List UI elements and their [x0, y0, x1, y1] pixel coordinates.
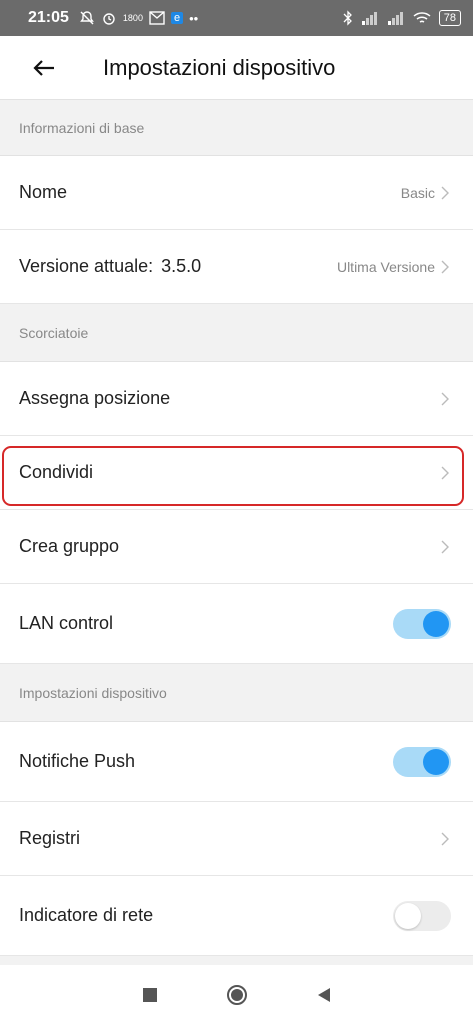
push-notifications-row: Notifiche Push	[0, 722, 473, 802]
status-time: 21:05	[28, 9, 69, 26]
lan-control-row: LAN control	[0, 584, 473, 664]
wifi-icon	[413, 12, 431, 23]
settings-list: Informazioni di base Nome Basic Versione…	[0, 100, 473, 956]
section-header-device: Impostazioni dispositivo	[0, 664, 473, 722]
name-value: Basic	[400, 184, 435, 201]
network-indicator-toggle[interactable]	[393, 900, 451, 931]
network-indicator-label: Indicatore di rete	[19, 905, 154, 925]
logs-label: Registri	[19, 828, 81, 848]
more-notifications-icon: ••	[189, 10, 199, 26]
page-title: Impostazioni dispositivo	[103, 54, 336, 80]
chevron-right-icon	[441, 466, 449, 479]
bluetooth-icon	[343, 10, 352, 26]
toggle-knob	[423, 610, 449, 637]
lan-control-toggle[interactable]	[393, 608, 451, 639]
recents-button[interactable]	[142, 987, 158, 1003]
chevron-right-icon	[441, 392, 449, 405]
battery-icon: 78	[438, 10, 461, 26]
toggle-knob	[423, 748, 449, 775]
assign-position-row[interactable]: Assegna posizione	[0, 362, 473, 436]
version-label: Versione attuale:	[19, 256, 154, 276]
signal-icon	[361, 12, 377, 25]
dnd-off-icon	[80, 11, 94, 25]
push-notifications-label: Notifiche Push	[19, 751, 136, 771]
logs-row[interactable]: Registri	[0, 802, 473, 876]
section-header-basic: Informazioni di base	[0, 100, 473, 156]
signal-icon-2	[387, 12, 403, 25]
create-group-label: Crea gruppo	[19, 536, 120, 556]
version-number: 3.5.0	[161, 256, 202, 276]
alarm-icon	[103, 13, 115, 25]
network-indicator-row: Indicatore di rete	[0, 876, 473, 956]
share-row[interactable]: Condividi	[0, 436, 473, 510]
app-bar: Impostazioni dispositivo	[0, 36, 473, 100]
status-bar: 21:05 1800 e •• 78	[0, 0, 473, 36]
push-notifications-toggle[interactable]	[393, 746, 451, 777]
name-label: Nome	[19, 182, 68, 202]
toggle-knob	[395, 902, 421, 929]
section-header-shortcuts: Scorciatoie	[0, 304, 473, 362]
share-label: Condividi	[19, 462, 94, 482]
network-speed-text: 1800	[122, 13, 143, 23]
back-nav-button[interactable]	[316, 987, 332, 1003]
chevron-right-icon	[441, 832, 449, 845]
back-button[interactable]	[18, 36, 70, 99]
lan-control-label: LAN control	[19, 613, 114, 633]
chevron-right-icon	[441, 186, 449, 199]
mail-icon	[149, 11, 165, 25]
chevron-right-icon	[441, 260, 449, 273]
home-button[interactable]	[226, 984, 248, 1006]
version-row[interactable]: Versione attuale: 3.5.0 Ultima Versione	[0, 230, 473, 304]
app-e-icon: e	[170, 12, 184, 24]
name-row[interactable]: Nome Basic	[0, 156, 473, 230]
system-nav-bar	[0, 965, 473, 1024]
chevron-right-icon	[441, 540, 449, 553]
version-status: Ultima Versione	[336, 258, 435, 275]
assign-position-label: Assegna posizione	[19, 388, 171, 408]
arrow-left-icon	[33, 59, 54, 76]
create-group-row[interactable]: Crea gruppo	[0, 510, 473, 584]
